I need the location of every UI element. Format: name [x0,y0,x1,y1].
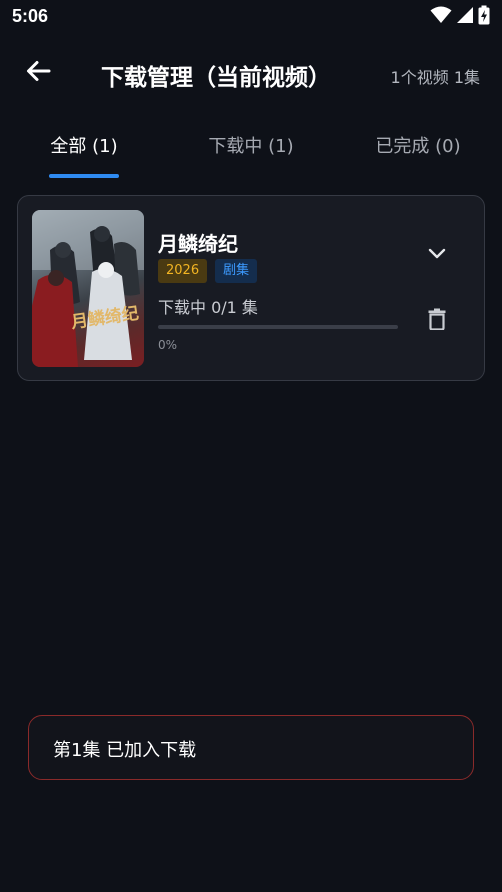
tab-bar: 全部 (1) 下载中 (1) 已完成 (0) [0,118,502,178]
tab-label: 全部 (1) [50,136,118,157]
download-status: 下载中 0/1 集 [158,298,258,317]
tab-label: 下载中 (1) [208,136,294,157]
delete-button[interactable] [422,306,452,336]
video-title: 月鳞绮纪 [158,232,238,256]
app-bar: 下载管理（当前视频） 1个视频 1集 [0,44,502,102]
page-title: 下载管理（当前视频） [101,65,331,91]
download-progress-bar [158,325,398,329]
video-poster: 月鳞绮纪 [32,210,144,367]
tab-completed[interactable]: 已完成 (0) [334,118,502,178]
chevron-down-icon [427,243,447,267]
back-button[interactable] [20,57,56,89]
status-bar: 5:06 [0,0,502,34]
tab-indicator [49,174,119,178]
toast-notification: 第1集 已加入下载 [28,715,474,780]
expand-button[interactable] [422,240,452,270]
trash-icon [428,308,446,334]
status-time: 5:06 [12,6,49,26]
arrow-left-icon [25,58,51,88]
type-badge: 剧集 [215,259,258,283]
download-summary: 1个视频 1集 [390,68,480,87]
toast-message: 第1集 已加入下载 [53,740,197,761]
wifi-icon [430,6,452,28]
status-icons [430,5,490,29]
cellular-signal-icon [456,6,474,28]
tab-downloading[interactable]: 下载中 (1) [168,118,334,178]
tab-all[interactable]: 全部 (1) [0,118,168,178]
battery-charging-icon [478,5,490,29]
download-card[interactable]: 月鳞绮纪 月鳞绮纪 2026 剧集 下载中 0/1 集 0% [17,195,485,381]
progress-percent: 0% [158,338,178,352]
tab-label: 已完成 (0) [375,136,461,157]
badge-row: 2026 剧集 [158,259,258,283]
year-badge: 2026 [158,259,208,283]
